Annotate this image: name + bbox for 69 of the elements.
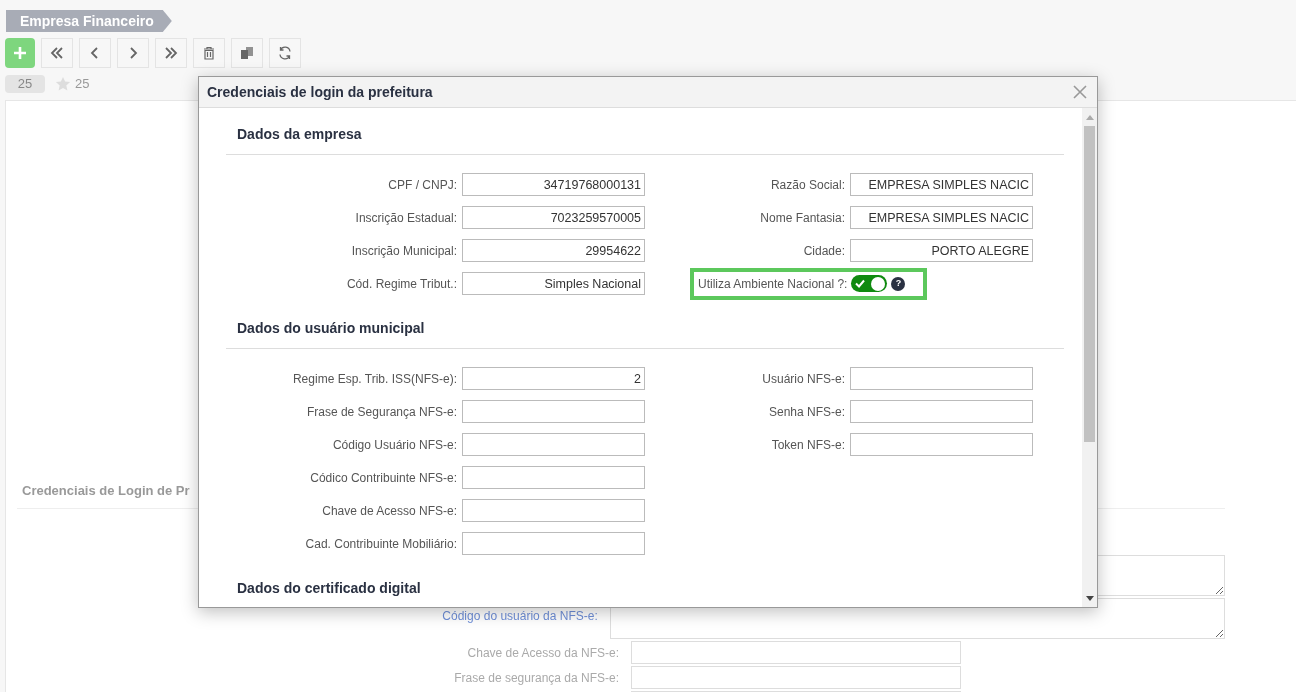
double-chevron-left-icon	[49, 45, 65, 61]
text-field[interactable]: EMPRESA SIMPLES NACIC	[850, 173, 1033, 196]
field-label: Senha NFS-e:	[767, 403, 845, 421]
refresh-button[interactable]	[269, 38, 301, 68]
text-field[interactable]	[850, 400, 1033, 423]
record-count-badge: 25	[5, 74, 45, 93]
toggle-switch[interactable]	[851, 275, 888, 292]
field-label: Nome Fantasia:	[759, 209, 845, 227]
text-field[interactable]: EMPRESA SIMPLES NACIC	[850, 206, 1033, 229]
text-field[interactable]	[462, 433, 645, 456]
field-label: Razão Social:	[769, 176, 845, 194]
text-field[interactable]: 7023259570005	[462, 206, 645, 229]
delete-button[interactable]	[193, 38, 225, 68]
text-field[interactable]	[462, 499, 645, 522]
trash-icon	[201, 45, 217, 61]
text-field[interactable]	[850, 367, 1033, 390]
section-heading: Dados do certificado digital	[237, 580, 421, 596]
text-field[interactable]	[631, 666, 961, 689]
field-label: Inscrição Municipal:	[350, 242, 457, 260]
field-label: Token NFS-e:	[770, 436, 845, 454]
next-button[interactable]	[117, 38, 149, 68]
scroll-up-icon[interactable]	[1085, 114, 1094, 120]
prev-button[interactable]	[79, 38, 111, 68]
add-button[interactable]	[5, 38, 35, 68]
scroll-down-icon[interactable]	[1085, 596, 1094, 602]
star-icon[interactable]	[55, 75, 71, 92]
field-label: Inscrição Estadual:	[354, 209, 457, 227]
section-title: Credenciais de Login de Pr	[22, 483, 190, 498]
text-field[interactable]: 29954622	[462, 239, 645, 262]
close-icon	[1073, 85, 1087, 99]
field-label: Chave de Acesso da NFS-e:	[467, 646, 619, 660]
dialog-title: Credenciais de login da prefeitura	[207, 82, 433, 102]
copy-icon	[239, 45, 255, 61]
scrollbar-thumb[interactable]	[1084, 126, 1095, 442]
field-label: CPF / CNPJ:	[387, 176, 457, 194]
field-label: Cód. Regime Tribut.:	[345, 275, 457, 293]
section-heading: Dados da empresa	[237, 126, 362, 142]
text-field[interactable]	[631, 641, 961, 664]
field-label: Frase de segurança da NFS-e:	[454, 671, 619, 685]
plus-icon	[12, 45, 28, 61]
text-field[interactable]: 2	[462, 367, 645, 390]
field-label: Usuário NFS-e:	[761, 370, 845, 388]
section-heading: Dados do usuário municipal	[237, 320, 425, 336]
last-button[interactable]	[155, 38, 187, 68]
double-chevron-right-icon	[163, 45, 179, 61]
text-field[interactable]	[462, 532, 645, 555]
text-field[interactable]	[462, 400, 645, 423]
refresh-icon	[277, 45, 293, 61]
scrollbar[interactable]	[1082, 108, 1097, 607]
favorites-count: 25	[75, 75, 90, 93]
help-icon[interactable]: ?	[891, 276, 906, 291]
close-button[interactable]	[1071, 83, 1089, 101]
field-label: Frase de Segurança NFS-e:	[305, 403, 457, 421]
field-label: Chave de Acesso NFS-e:	[321, 502, 457, 520]
field-label: Código Usuário NFS-e:	[331, 436, 457, 454]
check-icon	[855, 279, 866, 288]
field-label: Utiliza Ambiente Nacional ?:	[698, 275, 848, 293]
text-field[interactable]	[462, 466, 645, 489]
text-field[interactable]	[850, 433, 1033, 456]
text-field[interactable]: PORTO ALEGRE	[850, 239, 1033, 262]
field-label: Cidade:	[802, 242, 845, 260]
field-label: Códico Contribuinte NFS-e:	[309, 469, 457, 487]
field-label: Código do usuário da NFS-e:	[442, 609, 598, 623]
text-field[interactable]: 34719768000131	[462, 173, 645, 196]
field-label: Regime Esp. Trib. ISS(NFS-e):	[291, 370, 457, 388]
text-field[interactable]: Simples Nacional	[462, 272, 645, 295]
copy-button[interactable]	[231, 38, 263, 68]
field-label: Cad. Contribuinte Mobiliário:	[304, 535, 457, 553]
first-button[interactable]	[41, 38, 73, 68]
